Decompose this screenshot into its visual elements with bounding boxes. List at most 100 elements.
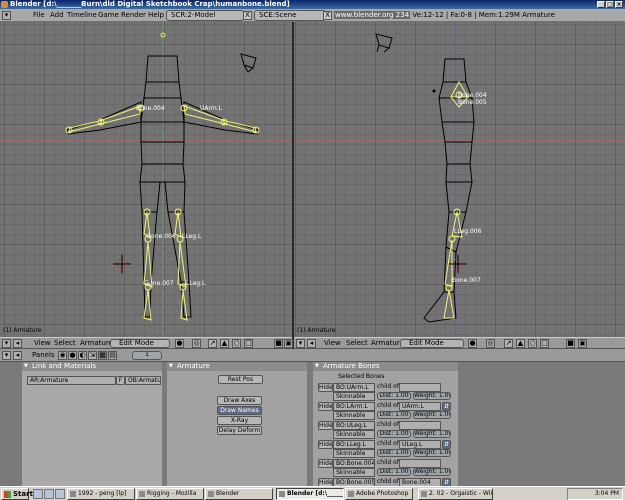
- start-button[interactable]: Start: [1, 488, 33, 500]
- bone-deform-mode[interactable]: Skinnable: [333, 392, 375, 401]
- menu-view[interactable]: View: [34, 339, 51, 348]
- explorer-quicklaunch-icon[interactable]: [55, 489, 65, 499]
- window-type-icon[interactable]: ▾: [296, 339, 305, 348]
- menu-help[interactable]: Help: [148, 11, 164, 20]
- menu-add[interactable]: Add: [50, 11, 64, 20]
- bone-connected-toggle[interactable]: ⇵: [442, 402, 451, 411]
- blender-url[interactable]: www.blender.org 234: [334, 11, 411, 19]
- lock-icon[interactable]: ■: [566, 339, 575, 348]
- maximize-button[interactable]: □: [606, 1, 614, 8]
- draw-names-button[interactable]: Draw Names: [217, 406, 262, 415]
- rest-pos-button[interactable]: Rest Pos: [218, 375, 263, 384]
- bone-deform-mode[interactable]: Skinnable: [333, 468, 375, 477]
- object-name-field[interactable]: OB:Armature: [125, 376, 161, 385]
- bone-name-field[interactable]: BO:ULeg.L: [333, 421, 375, 430]
- logic-context-icon[interactable]: ◉: [58, 351, 67, 360]
- menu-select[interactable]: Select: [346, 339, 368, 348]
- bone-weight-field[interactable]: Weight: 1.00: [413, 468, 451, 476]
- bone-hide-button[interactable]: Hide: [318, 383, 333, 392]
- screen-delete-button[interactable]: X: [243, 11, 252, 20]
- bone-name-field[interactable]: BO:LLeg.L: [333, 440, 375, 449]
- taskbar-item[interactable]: 1992 - peng [lp]: [67, 488, 135, 500]
- scale-icon[interactable]: □: [540, 339, 549, 348]
- bone-dist-field[interactable]: Dist: 1.00: [377, 430, 411, 438]
- lock-icon[interactable]: ■: [274, 339, 283, 348]
- window-type-icon[interactable]: ▾: [2, 11, 11, 20]
- draw-axes-button[interactable]: Draw Axes: [217, 396, 262, 405]
- bone-name-field[interactable]: BO:Bone.004: [333, 459, 375, 468]
- bone-hide-button[interactable]: Hide: [318, 459, 333, 468]
- bone-name-field[interactable]: BO:LArm.L: [333, 402, 375, 411]
- manipulator-icon[interactable]: ↗: [208, 339, 217, 348]
- menu-select[interactable]: Select: [54, 339, 76, 348]
- bone-hide-button[interactable]: Hide: [318, 421, 333, 430]
- delay-deform-button[interactable]: Delay Deform: [217, 426, 262, 435]
- bone-parent-field[interactable]: [399, 383, 441, 392]
- bone-parent-field[interactable]: [399, 459, 441, 468]
- bone-name-field[interactable]: BO:UArm.L: [333, 383, 375, 392]
- taskbar-item[interactable]: Adobe Photoshop: [345, 488, 413, 500]
- pivot-icon[interactable]: ◎: [486, 339, 495, 348]
- menu-file[interactable]: File: [33, 11, 45, 20]
- bone-hide-button[interactable]: Hide: [318, 440, 333, 449]
- armature-bones-title[interactable]: Armature Bones: [313, 362, 458, 371]
- script-context-icon[interactable]: ●: [68, 351, 77, 360]
- bone-weight-field[interactable]: Weight: 1.00: [413, 449, 451, 457]
- bone-dist-field[interactable]: Dist: 1.00: [377, 392, 411, 400]
- shading-context-icon[interactable]: ◐: [78, 351, 87, 360]
- fake-user-button[interactable]: F: [116, 376, 125, 385]
- header-collapse-icon[interactable]: ◂: [13, 339, 22, 348]
- rotate-icon[interactable]: ○: [528, 339, 537, 348]
- mode-selector[interactable]: Edit Mode: [400, 339, 464, 348]
- minimize-button[interactable]: _: [597, 1, 605, 8]
- screen-selector[interactable]: SCR:2-Model: [166, 10, 244, 21]
- armature-panel-title[interactable]: Armature: [167, 362, 307, 371]
- rotate-icon[interactable]: ○: [232, 339, 241, 348]
- side-viewport[interactable]: Bone.004 Bone.005 LLeg.006 Bone.007 (1) …: [294, 22, 625, 337]
- bone-hide-button[interactable]: Hide: [318, 402, 333, 411]
- taskbar-item-active[interactable]: Blender [d:\_______: [276, 488, 344, 500]
- menu-armature[interactable]: Armature: [371, 339, 404, 348]
- menu-timeline[interactable]: Timeline: [67, 11, 97, 20]
- frame-counter[interactable]: 1: [132, 351, 162, 360]
- window-type-icon[interactable]: ▾: [2, 339, 11, 348]
- link-materials-title[interactable]: Link and Materials: [22, 362, 162, 371]
- desktop-quicklaunch-icon[interactable]: [33, 489, 43, 499]
- browser-quicklaunch-icon[interactable]: [44, 489, 54, 499]
- bone-dist-field[interactable]: Dist: 1.00: [377, 411, 411, 419]
- bone-weight-field[interactable]: Weight: 1.00: [413, 392, 451, 400]
- xray-button[interactable]: X-Ray: [217, 416, 262, 425]
- render-icon[interactable]: ▣: [578, 339, 587, 348]
- close-window-button[interactable]: ×: [615, 1, 623, 8]
- panels-menu[interactable]: Panels: [32, 351, 55, 360]
- menu-render[interactable]: Render: [121, 11, 146, 20]
- scene-selector[interactable]: SCE:Scene: [254, 10, 326, 21]
- scale-icon[interactable]: □: [244, 339, 253, 348]
- pivot-icon[interactable]: ◎: [192, 339, 201, 348]
- draw-type-icon[interactable]: ●: [175, 339, 184, 348]
- menu-game[interactable]: Game: [98, 11, 119, 20]
- bone-deform-mode[interactable]: Skinnable: [333, 449, 375, 458]
- draw-type-icon[interactable]: ●: [468, 339, 477, 348]
- bone-parent-field[interactable]: UArm.L: [399, 402, 441, 411]
- bone-dist-field[interactable]: Dist: 1.00: [377, 449, 411, 457]
- armature-datablock-field[interactable]: AR:Armature: [27, 376, 116, 385]
- front-viewport[interactable]: Bone.004 UArm.L Bone.006 LLeg.L Bone.007…: [0, 22, 292, 337]
- mode-selector[interactable]: Edit Mode: [110, 339, 170, 348]
- scene-context-icon[interactable]: ▤: [108, 351, 117, 360]
- bone-weight-field[interactable]: Weight: 1.00: [413, 411, 451, 419]
- window-type-icon[interactable]: ▾: [2, 351, 11, 360]
- bone-parent-field[interactable]: [399, 421, 441, 430]
- object-context-icon[interactable]: ⇲: [88, 351, 97, 360]
- header-collapse-icon[interactable]: ◂: [13, 351, 22, 360]
- bone-weight-field[interactable]: Weight: 1.00: [413, 430, 451, 438]
- taskbar-item[interactable]: Blender: [205, 488, 273, 500]
- translate-icon[interactable]: ▲: [516, 339, 525, 348]
- scene-delete-button[interactable]: X: [323, 11, 332, 20]
- menu-view[interactable]: View: [324, 339, 341, 348]
- taskbar-item[interactable]: Rigging - Mozilla: [136, 488, 204, 500]
- header-collapse-icon[interactable]: ◂: [307, 339, 316, 348]
- bone-parent-field[interactable]: ULeg.L: [399, 440, 441, 449]
- editing-context-icon[interactable]: ▦: [98, 351, 107, 360]
- bone-deform-mode[interactable]: Skinnable: [333, 411, 375, 420]
